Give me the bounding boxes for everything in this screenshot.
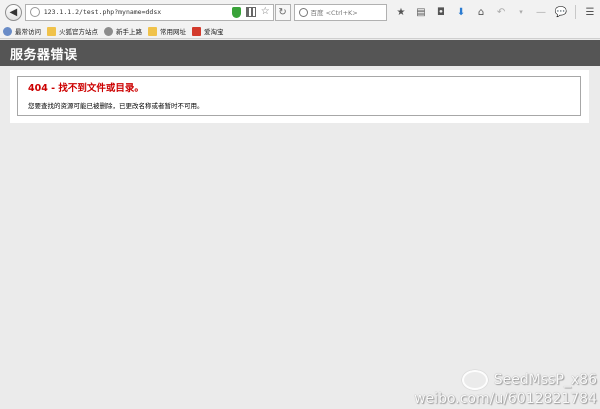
pocket-button[interactable]: ◘ bbox=[431, 4, 451, 21]
bookmark-item-firefox-sites[interactable]: 火狐官方站点 bbox=[44, 24, 101, 39]
browser-toolbar: ◀ 123.1.1.2/test.php?myname=ddsx ☆ ↻ 百度 … bbox=[0, 0, 600, 24]
bookmark-label: 最常访问 bbox=[15, 28, 41, 36]
reload-button[interactable]: ↻ bbox=[274, 3, 291, 21]
taobao-icon bbox=[192, 26, 201, 36]
undo-button[interactable]: ↶ bbox=[491, 4, 511, 21]
reload-icon: ↻ bbox=[278, 6, 287, 18]
undo-icon: ↶ bbox=[496, 6, 506, 18]
page-header: 服务器错误 bbox=[0, 40, 600, 66]
error-fieldset: 404 - 找不到文件或目录。 您要查找的资源可能已被删除，已更改名称或者暂时不… bbox=[17, 76, 581, 116]
chevron-down-icon: ▾ bbox=[519, 8, 523, 16]
watermark-line: SeedMssP_x86 bbox=[414, 370, 597, 390]
watermark-url: weibo.com/u/6012821784 bbox=[414, 391, 597, 407]
page-title: 服务器错误 bbox=[10, 47, 78, 63]
chat-button[interactable]: 💬 bbox=[551, 4, 571, 21]
menu-icon: ☰ bbox=[585, 6, 595, 18]
bookmark-item-getting-started[interactable]: 新手上路 bbox=[101, 24, 145, 39]
menu-button[interactable]: ☰ bbox=[580, 4, 600, 21]
folder-icon bbox=[148, 26, 157, 36]
download-button[interactable]: ⬇ bbox=[451, 4, 471, 21]
bookmark-item-common-sites[interactable]: 常用网址 bbox=[145, 24, 189, 39]
home-button[interactable]: ⌂ bbox=[471, 4, 491, 21]
search-icon bbox=[298, 7, 308, 17]
bookmark-label: 常用网址 bbox=[160, 28, 186, 36]
library-button[interactable]: ▤ bbox=[411, 4, 431, 21]
qr-icon[interactable] bbox=[245, 7, 256, 17]
error-content: 404 - 找不到文件或目录。 您要查找的资源可能已被删除，已更改名称或者暂时不… bbox=[10, 70, 589, 123]
back-icon: ◀ bbox=[9, 6, 18, 18]
globe-icon bbox=[29, 7, 40, 17]
redo-icon: — bbox=[536, 6, 547, 18]
download-icon: ⬇ bbox=[456, 6, 466, 18]
url-text[interactable]: 123.1.1.2/test.php?myname=ddsx bbox=[44, 8, 161, 16]
shield-icon[interactable] bbox=[231, 6, 241, 18]
error-description: 您要查找的资源可能已被删除，已更改名称或者暂时不可用。 bbox=[28, 102, 204, 110]
toolbar-icons: ★ ▤ ◘ ⬇ ⌂ ↶ ▾ — 💬 ☰ bbox=[391, 4, 600, 21]
folder-icon bbox=[47, 26, 56, 36]
watermark: SeedMssP_x86 weibo.com/u/6012821784 bbox=[414, 370, 597, 407]
bookmark-label: 火狐官方站点 bbox=[59, 28, 98, 36]
gear-icon bbox=[104, 26, 113, 36]
bookmark-label: 新手上路 bbox=[116, 28, 142, 36]
url-bar-icons: ☆ bbox=[231, 6, 270, 18]
search-bar[interactable]: 百度 <Ctrl+K> bbox=[293, 3, 388, 21]
bookmark-item-frequent[interactable]: 最常访问 bbox=[0, 24, 44, 39]
weibo-logo-icon bbox=[461, 370, 488, 390]
bookmark-star-button[interactable]: ★ bbox=[391, 4, 411, 21]
home-icon: ⌂ bbox=[477, 6, 485, 18]
watermark-name: SeedMssP_x86 bbox=[493, 372, 597, 388]
bookmarks-bar: 最常访问 火狐官方站点 新手上路 常用网址 爱淘宝 bbox=[0, 24, 600, 39]
search-placeholder[interactable]: 百度 <Ctrl+K> bbox=[311, 7, 358, 17]
frequent-icon bbox=[3, 26, 12, 36]
pocket-icon: ◘ bbox=[437, 6, 445, 18]
bookmark-item-taobao[interactable]: 爱淘宝 bbox=[189, 24, 227, 39]
library-icon: ▤ bbox=[416, 6, 426, 18]
bookmark-icon: ★ bbox=[396, 6, 406, 18]
chat-icon: 💬 bbox=[554, 6, 568, 18]
star-icon[interactable]: ☆ bbox=[261, 7, 270, 17]
toolbar-divider bbox=[575, 5, 577, 19]
redo-button[interactable]: — bbox=[531, 4, 551, 21]
url-bar[interactable]: 123.1.1.2/test.php?myname=ddsx ☆ bbox=[24, 3, 274, 21]
bookmark-label: 爱淘宝 bbox=[204, 28, 224, 36]
back-button[interactable]: ◀ bbox=[5, 3, 22, 21]
error-title: 404 - 找不到文件或目录。 bbox=[28, 83, 144, 94]
undo-dropdown-button[interactable]: ▾ bbox=[511, 4, 531, 21]
